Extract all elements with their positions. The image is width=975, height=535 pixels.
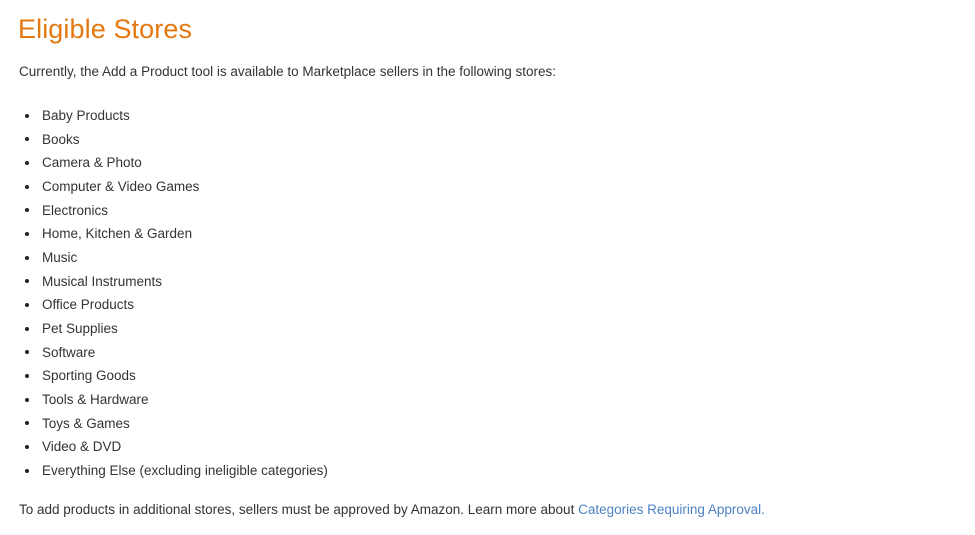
bullet-icon: [25, 256, 29, 260]
list-item: Video & DVD: [19, 435, 328, 459]
list-item: Camera & Photo: [19, 151, 328, 175]
list-item: Computer & Video Games: [19, 175, 328, 199]
list-item: Home, Kitchen & Garden: [19, 222, 328, 246]
page-title: Eligible Stores: [18, 12, 192, 46]
list-item: Software: [19, 341, 328, 365]
bullet-icon: [25, 327, 29, 331]
list-item: Everything Else (excluding ineligible ca…: [19, 459, 328, 483]
store-name: Baby Products: [42, 104, 130, 128]
list-item: Electronics: [19, 199, 328, 223]
store-name: Software: [42, 341, 95, 365]
bullet-icon: [25, 279, 29, 283]
store-name: Sporting Goods: [42, 364, 136, 388]
bullet-icon: [25, 303, 29, 307]
store-name: Office Products: [42, 293, 134, 317]
list-item: Pet Supplies: [19, 317, 328, 341]
store-name: Video & DVD: [42, 435, 121, 459]
list-item: Music: [19, 246, 328, 270]
store-name: Books: [42, 128, 80, 152]
bullet-icon: [25, 232, 29, 236]
store-name: Musical Instruments: [42, 270, 162, 294]
bullet-icon: [25, 398, 29, 402]
list-item: Toys & Games: [19, 412, 328, 436]
bullet-icon: [25, 185, 29, 189]
intro-paragraph: Currently, the Add a Product tool is ava…: [19, 63, 556, 81]
bullet-icon: [25, 114, 29, 118]
eligible-stores-list: Baby Products Books Camera & Photo Compu…: [19, 104, 328, 483]
store-name: Tools & Hardware: [42, 388, 149, 412]
bullet-icon: [25, 137, 29, 141]
list-item: Books: [19, 128, 328, 152]
store-name: Everything Else (excluding ineligible ca…: [42, 459, 328, 483]
store-name: Pet Supplies: [42, 317, 118, 341]
store-name: Music: [42, 246, 77, 270]
bullet-icon: [25, 421, 29, 425]
bullet-icon: [25, 161, 29, 165]
bullet-icon: [25, 445, 29, 449]
footer-lead-text: To add products in additional stores, se…: [19, 502, 578, 517]
bullet-icon: [25, 208, 29, 212]
list-item: Sporting Goods: [19, 364, 328, 388]
list-item: Office Products: [19, 293, 328, 317]
store-name: Home, Kitchen & Garden: [42, 222, 192, 246]
bullet-icon: [25, 469, 29, 473]
store-name: Toys & Games: [42, 412, 130, 436]
bullet-icon: [25, 350, 29, 354]
list-item: Musical Instruments: [19, 270, 328, 294]
store-name: Electronics: [42, 199, 108, 223]
footer-paragraph: To add products in additional stores, se…: [19, 501, 765, 519]
categories-requiring-approval-link[interactable]: Categories Requiring Approval.: [578, 502, 765, 517]
store-name: Camera & Photo: [42, 151, 142, 175]
list-item: Tools & Hardware: [19, 388, 328, 412]
eligible-stores-page: Eligible Stores Currently, the Add a Pro…: [0, 0, 975, 535]
bullet-icon: [25, 374, 29, 378]
list-item: Baby Products: [19, 104, 328, 128]
store-name: Computer & Video Games: [42, 175, 199, 199]
